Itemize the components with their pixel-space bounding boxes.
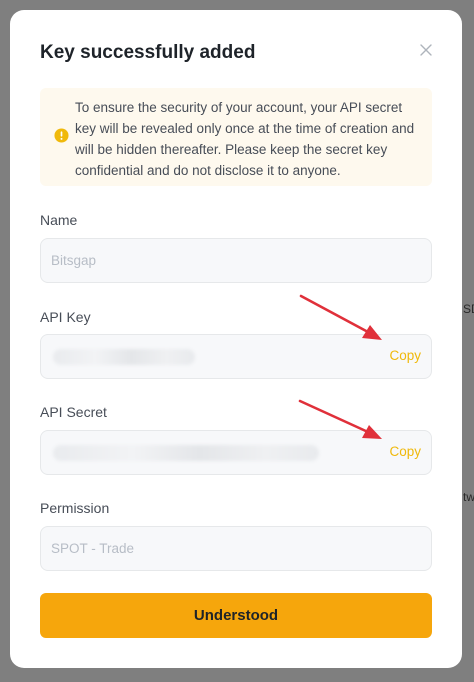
understood-button[interactable]: Understood xyxy=(40,593,432,638)
key-added-modal: Key successfully added To ensure the sec… xyxy=(10,10,462,668)
api-secret-label: API Secret xyxy=(40,404,107,420)
modal-title: Key successfully added xyxy=(40,42,256,63)
api-key-masked-value xyxy=(53,349,195,365)
notice-text: To ensure the security of your account, … xyxy=(75,100,415,178)
name-label: Name xyxy=(40,212,78,228)
copy-api-key-button[interactable]: Copy xyxy=(389,348,421,363)
permission-field[interactable] xyxy=(40,526,432,571)
permission-label: Permission xyxy=(40,500,110,516)
close-icon xyxy=(420,44,432,56)
close-button[interactable] xyxy=(416,40,436,60)
background-text-fragment: SD xyxy=(463,302,474,316)
name-input[interactable] xyxy=(41,239,431,282)
warning-icon xyxy=(54,128,69,143)
api-key-field[interactable]: Copy xyxy=(40,334,432,379)
api-key-label: API Key xyxy=(40,309,91,325)
permission-input[interactable] xyxy=(41,527,431,570)
name-field[interactable] xyxy=(40,238,432,283)
background-text-fragment: tw xyxy=(463,490,474,504)
copy-api-secret-button[interactable]: Copy xyxy=(389,444,421,459)
api-secret-masked-value xyxy=(53,445,319,461)
security-notice: To ensure the security of your account, … xyxy=(40,88,432,186)
api-secret-field[interactable]: Copy xyxy=(40,430,432,475)
